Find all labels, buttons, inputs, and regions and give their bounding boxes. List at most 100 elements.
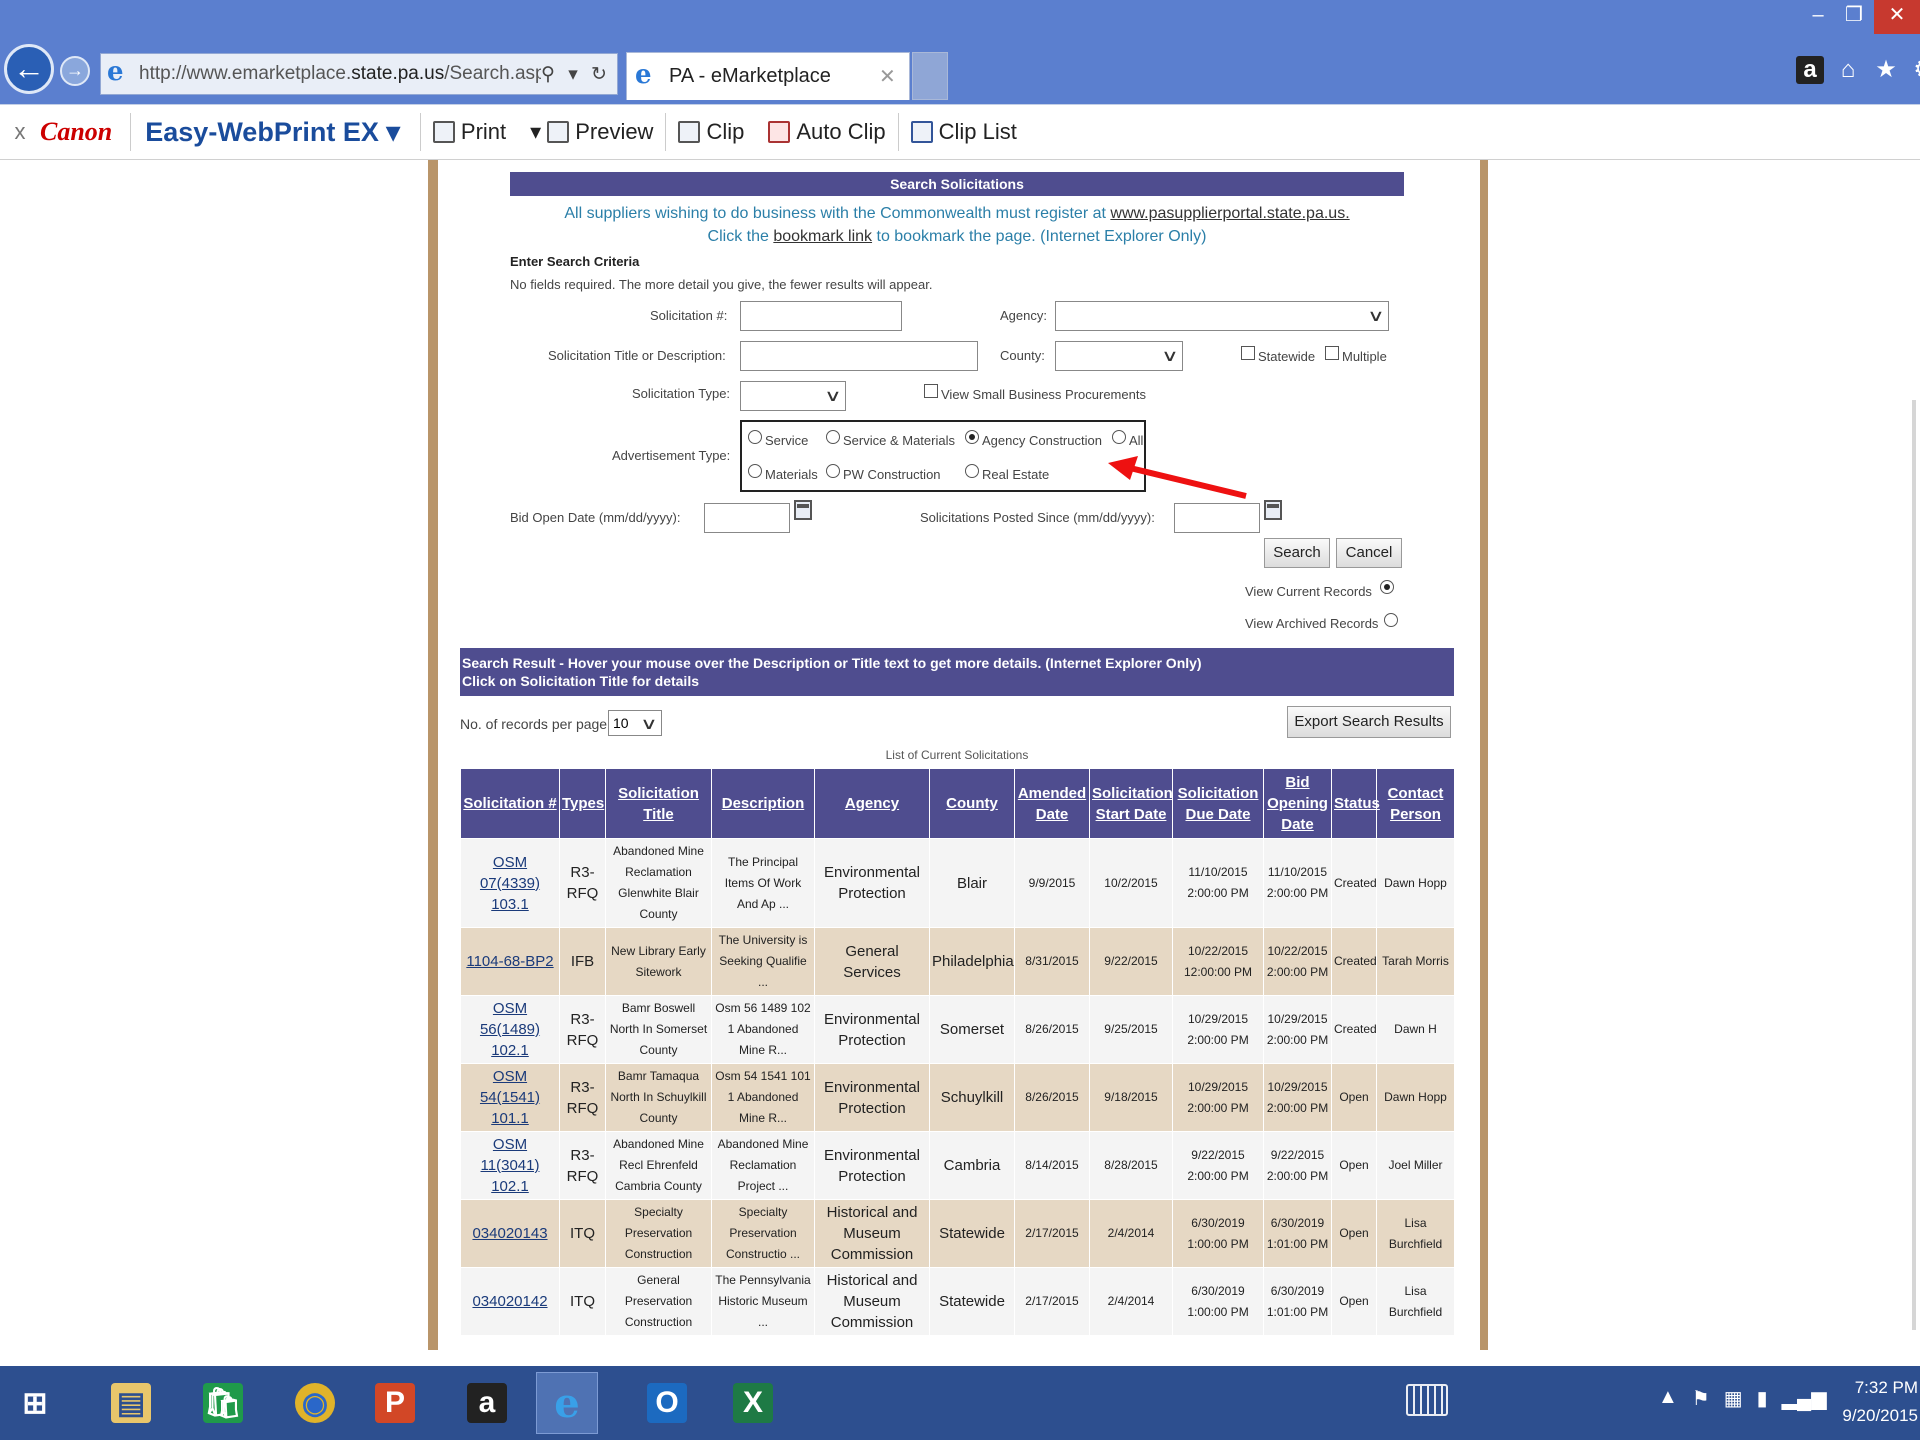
adv-real-estate-radio[interactable] (965, 464, 979, 478)
view-current-radio[interactable] (1380, 580, 1394, 594)
excel-icon[interactable]: X (722, 1372, 784, 1434)
address-url[interactable]: http://www.emarketplace.state.pa.us/Sear… (139, 63, 541, 85)
column-header[interactable]: Solicitation Title (605, 768, 712, 839)
solicitation-title-cell[interactable]: Bamr Boswell North In Somerset County (605, 995, 712, 1064)
adv-materials-radio[interactable] (748, 464, 762, 478)
column-header[interactable]: Contact Person (1376, 768, 1455, 839)
adv-pw-construction-radio[interactable] (826, 464, 840, 478)
solicitation-number-link[interactable]: OSM 54(1541) 101.1 (460, 1063, 560, 1132)
maximize-button[interactable]: ❐ (1836, 0, 1872, 34)
network-icon[interactable]: ▦ (1724, 1386, 1743, 1411)
tray-expand-icon[interactable]: ▲ (1658, 1386, 1678, 1411)
home-icon[interactable]: ⌂ (1834, 56, 1862, 84)
new-tab-button[interactable] (912, 52, 948, 100)
adv-service-radio[interactable] (748, 430, 762, 444)
file-explorer-icon[interactable]: ▤ (100, 1372, 162, 1434)
multiple-checkbox[interactable] (1325, 346, 1339, 360)
easy-webprint-menu[interactable]: Easy-WebPrint EX ▾ (131, 113, 421, 151)
auto-clip-button[interactable]: Auto Clip (756, 113, 899, 151)
column-header[interactable]: Amended Date (1014, 768, 1090, 839)
address-tools[interactable]: ⚲ ▾ ↻ (541, 63, 617, 86)
preview-button[interactable]: ▾ Preview (518, 113, 667, 151)
posted-since-calendar-icon[interactable] (1264, 500, 1282, 520)
adv-service-materials-radio[interactable] (826, 430, 840, 444)
search-button[interactable]: Search (1264, 538, 1330, 568)
small-business-checkbox[interactable] (924, 384, 938, 398)
view-archived-radio[interactable] (1384, 613, 1398, 627)
description-cell[interactable]: Osm 54 1541 101 1 Abandoned Mine R... (711, 1063, 815, 1132)
title-description-input[interactable] (740, 341, 978, 371)
bid-open-date-input[interactable] (704, 503, 790, 533)
solicitation-number-input[interactable] (740, 301, 902, 331)
column-header[interactable]: County (929, 768, 1015, 839)
chrome-icon[interactable]: ◉ (284, 1372, 346, 1434)
posted-since-input[interactable] (1174, 503, 1260, 533)
taskbar-clock[interactable]: 7:32 PM 9/20/2015 (1834, 1374, 1918, 1430)
back-button[interactable]: ← (4, 44, 54, 94)
column-header[interactable]: Status (1331, 768, 1380, 839)
solicitation-number-link[interactable]: 034020142 (460, 1267, 560, 1336)
close-window-button[interactable]: ✕ (1874, 0, 1920, 34)
column-header[interactable]: Types (559, 768, 606, 839)
signal-icon[interactable]: ▂▄▆ (1782, 1386, 1827, 1411)
settings-gear-icon[interactable]: ⚙ (1910, 56, 1920, 84)
solicitation-number-link[interactable]: OSM 07(4339) 103.1 (460, 838, 560, 928)
tab-close-icon[interactable]: ✕ (879, 64, 909, 89)
solicitation-title-cell[interactable]: New Library Early Sitework (605, 927, 712, 996)
action-center-flag-icon[interactable]: ⚑ (1692, 1386, 1710, 1411)
column-header[interactable]: Agency (814, 768, 930, 839)
export-search-results-button[interactable]: Export Search Results (1287, 706, 1451, 738)
solicitation-number-link[interactable]: OSM 11(3041) 102.1 (460, 1131, 560, 1200)
outlook-icon[interactable]: O (636, 1372, 698, 1434)
print-button[interactable]: Print (421, 113, 518, 151)
store-icon[interactable]: 🛍 (192, 1372, 254, 1434)
agency-select[interactable]: ∨ (1055, 301, 1389, 331)
windows-start-icon[interactable]: ⊞ (4, 1372, 66, 1434)
column-header[interactable]: Solicitation Start Date (1089, 768, 1173, 839)
clip-list-button[interactable]: Clip List (899, 113, 1029, 151)
cancel-button[interactable]: Cancel (1336, 538, 1402, 568)
county-select[interactable]: ∨ (1055, 341, 1183, 371)
column-header[interactable]: Solicitation # (460, 768, 560, 839)
description-cell[interactable]: The Pennsylvania Historic Museum ... (711, 1267, 815, 1336)
amazon-icon[interactable]: a (1796, 56, 1824, 84)
adv-agency-construction-radio[interactable] (965, 430, 979, 444)
battery-icon[interactable]: ▮ (1757, 1386, 1768, 1411)
adv-all-radio[interactable] (1112, 430, 1126, 444)
toolbar-close-button[interactable]: x (0, 119, 40, 145)
clip-button[interactable]: Clip (666, 113, 756, 151)
solicitation-title-cell[interactable]: Bamr Tamaqua North In Schuylkill County (605, 1063, 712, 1132)
forward-button[interactable]: → (60, 56, 90, 86)
minimize-button[interactable]: – (1800, 0, 1836, 34)
description-cell[interactable]: The Principal Items Of Work And Ap ... (711, 838, 815, 928)
column-header[interactable]: Solicitation Due Date (1172, 768, 1264, 839)
description-cell[interactable]: Specialty Preservation Constructio ... (711, 1199, 815, 1268)
solicitation-number-link[interactable]: OSM 56(1489) 102.1 (460, 995, 560, 1064)
solicitation-number-link[interactable]: 1104-68-BP2 (460, 927, 560, 996)
preview-dropdown-icon[interactable]: ▾ (530, 113, 541, 151)
solicitation-number-link[interactable]: 034020143 (460, 1199, 560, 1268)
solicitation-type-select[interactable]: ∨ (740, 381, 846, 411)
solicitation-title-cell[interactable]: Specialty Preservation Construction (605, 1199, 712, 1268)
solicitation-title-cell[interactable]: Abandoned Mine Reclamation Glenwhite Bla… (605, 838, 712, 928)
page-scrollbar[interactable] (1912, 400, 1916, 1330)
records-per-page-select[interactable]: 10 ∨ (608, 710, 662, 736)
description-cell[interactable]: Osm 56 1489 102 1 Abandoned Mine R... (711, 995, 815, 1064)
solicitation-title-cell[interactable]: Abandoned Mine Recl Ehrenfeld Cambria Co… (605, 1131, 712, 1200)
column-header[interactable]: Description (711, 768, 815, 839)
browser-tab[interactable]: e PA - eMarketplace ✕ (626, 52, 910, 100)
column-header[interactable]: Bid Opening Date (1263, 768, 1332, 839)
address-bar[interactable]: e http://www.emarketplace.state.pa.us/Se… (100, 53, 618, 95)
amazon-icon[interactable]: a (456, 1372, 518, 1434)
statewide-checkbox[interactable] (1241, 346, 1255, 360)
powerpoint-icon[interactable]: P (364, 1372, 426, 1434)
internet-explorer-icon[interactable]: e (536, 1372, 598, 1434)
description-cell[interactable]: The University is Seeking Qualifie ... (711, 927, 815, 996)
description-cell[interactable]: Abandoned Mine Reclamation Project ... (711, 1131, 815, 1200)
bid-open-calendar-icon[interactable] (794, 500, 812, 520)
bookmark-link[interactable]: bookmark link (773, 228, 872, 245)
touch-keyboard-icon[interactable] (1406, 1384, 1448, 1416)
solicitation-title-cell[interactable]: General Preservation Construction (605, 1267, 712, 1336)
supplier-portal-link[interactable]: www.pasupplierportal.state.pa.us. (1110, 205, 1349, 222)
favorites-star-icon[interactable]: ★ (1872, 56, 1900, 84)
